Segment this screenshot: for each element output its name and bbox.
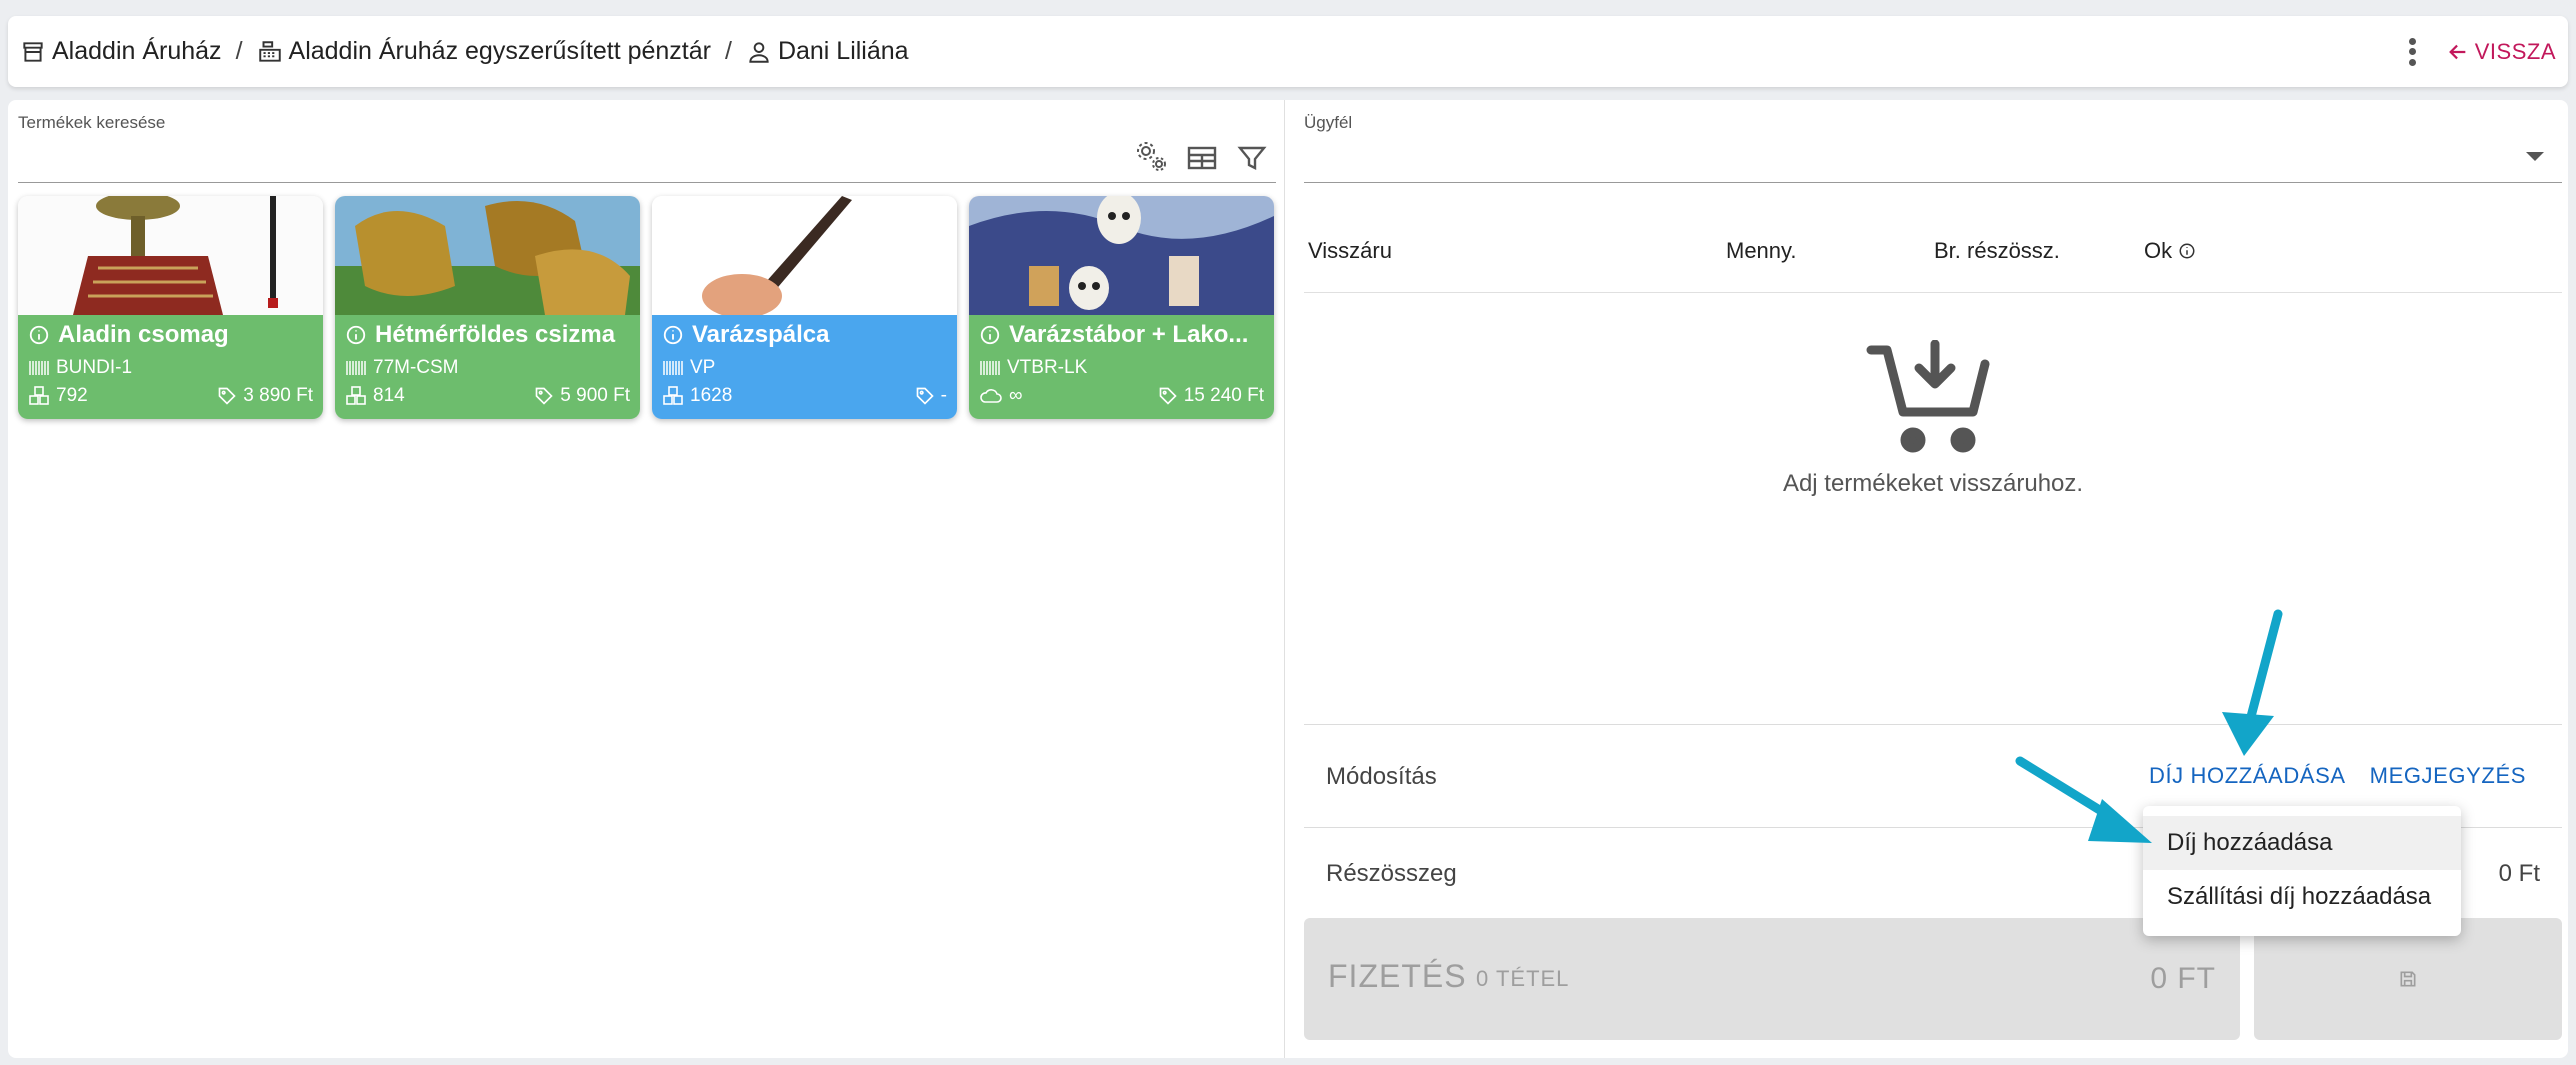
payment-button[interactable]: FIZETÉS 0 TÉTEL 0 FT [1304, 918, 2240, 1040]
search-label: Termékek keresése [18, 113, 166, 132]
user-icon [749, 41, 769, 63]
breadcrumb-store[interactable]: Aladdin Áruház [20, 37, 222, 66]
menu-item-add-shipping-fee[interactable]: Szállítási díj hozzáadása [2143, 870, 2461, 924]
add-fee-button[interactable]: DÍJ HOZZÁADÁSA [2149, 763, 2346, 789]
arrow-left-icon [2448, 44, 2466, 59]
col-reason: Ok [2144, 238, 2196, 264]
product-stock: ∞ [1009, 385, 1023, 406]
product-image [18, 196, 323, 315]
info-icon[interactable] [662, 324, 684, 346]
toolbar [1134, 140, 1270, 176]
cart-download-icon [1866, 340, 1990, 453]
price-tag-icon [218, 387, 236, 405]
cash-register-icon [258, 40, 281, 62]
product-card-body: Hétmérföldes csizma 77M-CSM 814 5 900 Ft [335, 315, 640, 419]
empty-state: Adj termékeket visszáruhoz. [1304, 340, 2562, 498]
product-code: VP [690, 357, 716, 378]
subtotal-value: 0 Ft [2498, 860, 2540, 887]
filter-icon[interactable] [1234, 140, 1270, 176]
price-tag-icon [916, 387, 934, 405]
product-card-body: Aladin csomag BUNDI-1 792 3 890 Ft [18, 315, 323, 419]
info-icon[interactable] [345, 324, 367, 346]
product-price: - [940, 385, 947, 406]
product-stock: 814 [373, 385, 405, 406]
product-code: VTBR-LK [1007, 357, 1088, 378]
product-image [969, 196, 1274, 315]
table-view-icon[interactable] [1184, 140, 1220, 176]
breadcrumb-user[interactable]: Dani Liliána [746, 37, 909, 66]
store-icon [23, 41, 43, 62]
subtotal-label: Részösszeg [1326, 860, 1457, 887]
info-icon[interactable] [979, 324, 1001, 346]
barcode-icon [346, 361, 366, 375]
product-stock: 1628 [690, 385, 733, 406]
product-title: Hétmérföldes csizma [375, 321, 616, 348]
product-card[interactable]: Varázspálca VP 1628 - [652, 196, 957, 419]
breadcrumb-register-label: Aladdin Áruház egyszerűsített pénztár [288, 37, 711, 65]
breadcrumb-user-label: Dani Liliána [777, 37, 909, 65]
product-price: 3 890 Ft [243, 385, 313, 406]
add-note-button[interactable]: MEGJEGYZÉS [2370, 763, 2526, 789]
product-title: Varázstábor + Lako... [1009, 321, 1249, 348]
product-card[interactable]: Aladin csomag BUNDI-1 792 3 890 Ft [18, 196, 323, 419]
modification-label: Módosítás [1326, 763, 1437, 790]
breadcrumb-store-label: Aladdin Áruház [52, 37, 222, 65]
col-subtotal: Br. részössz. [1934, 238, 2060, 263]
customer-label: Ügyfél [1304, 113, 1353, 132]
barcode-icon [980, 361, 1000, 375]
product-title: Aladin csomag [58, 321, 229, 348]
more-menu-icon[interactable] [2401, 34, 2425, 70]
cloud-icon [980, 389, 1002, 403]
product-list: Aladin csomag BUNDI-1 792 3 890 Ft Hétmé… [18, 196, 1274, 419]
price-tag-icon [535, 387, 553, 405]
product-image [335, 196, 640, 315]
col-return: Visszáru [1308, 238, 1392, 263]
barcode-icon [663, 361, 683, 375]
product-title: Varázspálca [692, 321, 830, 348]
info-icon[interactable] [2178, 242, 2196, 260]
breadcrumb-register[interactable]: Aladdin Áruház egyszerűsített pénztár [257, 37, 711, 66]
product-stock: 792 [56, 385, 88, 406]
payment-label: FIZETÉS [1328, 958, 1467, 994]
back-button-label: VISSZA [2474, 38, 2556, 64]
info-icon[interactable] [28, 324, 50, 346]
annotation-arrow-icon [2015, 756, 2152, 843]
product-price: 5 900 Ft [560, 385, 630, 406]
payment-item-count: 0 TÉTEL [1476, 966, 1570, 991]
menu-item-add-fee[interactable]: Díj hozzáadása [2143, 816, 2461, 870]
breadcrumb: Aladdin Áruház / Aladdin Áruház egyszerű… [20, 37, 909, 66]
product-card[interactable]: Varázstábor + Lako... VTBR-LK ∞ 15 240 F… [969, 196, 1274, 419]
price-tag-icon [1159, 387, 1177, 405]
product-card-body: Varázstábor + Lako... VTBR-LK ∞ 15 240 F… [969, 315, 1274, 419]
search-input[interactable] [18, 182, 1276, 183]
top-bar: Aladdin Áruház / Aladdin Áruház egyszerű… [8, 16, 2568, 87]
breadcrumb-separator: / [235, 37, 243, 65]
product-card-body: Varázspálca VP 1628 - [652, 315, 957, 419]
chevron-down-icon[interactable] [2526, 152, 2544, 161]
stock-icon [663, 386, 683, 405]
annotation-arrow-icon [2222, 609, 2283, 756]
product-code: 77M-CSM [373, 357, 459, 378]
barcode-icon [29, 361, 49, 375]
product-code: BUNDI-1 [56, 357, 133, 378]
col-quantity: Menny. [1726, 238, 1797, 263]
back-button[interactable]: VISSZA [2447, 39, 2556, 65]
save-icon [2400, 971, 2416, 987]
product-card[interactable]: Hétmérföldes csizma 77M-CSM 814 5 900 Ft [335, 196, 640, 419]
save-button[interactable] [2254, 918, 2562, 1040]
return-table-header: Visszáru Menny. Br. részössz. Ok [1304, 235, 2562, 293]
product-image [652, 196, 957, 315]
product-price: 15 240 Ft [1183, 385, 1264, 406]
stock-icon [29, 386, 49, 405]
settings-icon[interactable] [1134, 140, 1170, 176]
add-fee-dropdown: Díj hozzáadása Szállítási díj hozzáadása [2143, 806, 2461, 936]
payment-total: 0 FT [2150, 962, 2216, 995]
product-panel: Termékek keresése Aladin csomag BUNDI-1 … [8, 100, 1285, 1058]
breadcrumb-separator: / [724, 37, 732, 65]
stock-icon [346, 386, 366, 405]
empty-state-text: Adj termékeket visszáruhoz. [1782, 470, 2084, 497]
customer-select[interactable] [1304, 182, 2562, 183]
